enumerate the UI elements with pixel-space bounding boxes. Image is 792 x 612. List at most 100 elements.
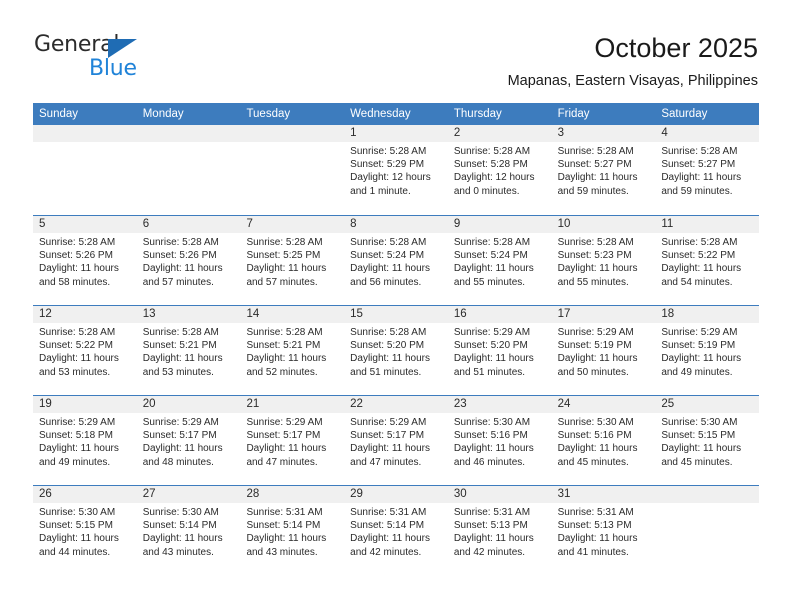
day-cell[interactable]: 28 Sunrise: 5:31 AM Sunset: 5:14 PM Dayligh… — [240, 486, 345, 575]
sunrise-time: Sunrise: 5:30 AM — [453, 417, 531, 428]
weekday-saturday: Saturday — [661, 108, 708, 120]
day-cell[interactable]: 19 Sunrise: 5:29 AM Sunset: 5:18 PM Dayligh… — [33, 396, 137, 485]
day-details: Sunrise: 5:29 AM Sunset: 5:19 PM Daylight:… — [655, 323, 759, 379]
sunset-time: Sunset: 5:25 PM — [246, 250, 321, 262]
daylight-duration: Daylight: 12 hours and 1 minute. — [350, 172, 431, 197]
day-number: 18 — [655, 306, 760, 323]
day-number: 6 — [136, 216, 241, 233]
day-number: 31 — [551, 486, 656, 503]
day-number: 17 — [551, 306, 656, 323]
sunrise-time: Sunrise: 5:31 AM — [246, 507, 323, 518]
daylight-duration: Daylight: 11 hours and 45 minutes. — [661, 443, 742, 468]
day-number: 8 — [344, 216, 448, 233]
day-cell[interactable]: 4 Sunrise: 5:28 AM Sunset: 5:27 PM Daylight… — [655, 125, 760, 215]
day-cell[interactable]: 11 Sunrise: 5:28 AM Sunset: 5:22 PM Dayligh… — [655, 216, 760, 305]
day-cell[interactable]: 10 Sunrise: 5:28 AM Sunset: 5:23 PM Dayligh… — [551, 216, 656, 305]
day-cell[interactable]: 27 Sunrise: 5:30 AM Sunset: 5:14 PM Dayligh… — [136, 486, 241, 575]
calendar-week-row: 19 Sunrise: 5:29 AM Sunset: 5:18 PM Dayligh… — [33, 395, 760, 485]
day-cell[interactable]: 2 Sunrise: 5:28 AM Sunset: 5:28 PM Daylight… — [447, 125, 552, 215]
day-number: 2 — [447, 125, 552, 142]
day-number: 27 — [136, 486, 241, 503]
logo-text-blue: Blue — [89, 56, 137, 81]
sunset-time: Sunset: 5:23 PM — [557, 250, 632, 262]
day-details: Sunrise: 5:28 AM Sunset: 5:26 PM Daylight:… — [137, 233, 241, 289]
sunrise-time: Sunrise: 5:28 AM — [39, 237, 116, 248]
page-title: October 2025 — [594, 33, 758, 63]
day-cell[interactable]: 14 Sunrise: 5:28 AM Sunset: 5:21 PM Dayligh… — [240, 306, 345, 395]
sunset-time: Sunset: 5:13 PM — [557, 520, 632, 532]
day-details: Sunrise: 5:29 AM Sunset: 5:17 PM Daylight:… — [240, 413, 344, 469]
day-details: Sunrise: 5:28 AM Sunset: 5:27 PM Daylight:… — [552, 142, 656, 198]
day-cell[interactable]: 17 Sunrise: 5:29 AM Sunset: 5:19 PM Dayligh… — [551, 306, 656, 395]
daylight-duration: Daylight: 11 hours and 51 minutes. — [350, 353, 431, 378]
day-number: 7 — [240, 216, 345, 233]
sunrise-time: Sunrise: 5:29 AM — [661, 327, 738, 338]
sunrise-time: Sunrise: 5:30 AM — [661, 417, 738, 428]
day-cell[interactable]: 13 Sunrise: 5:28 AM Sunset: 5:21 PM Dayligh… — [136, 306, 241, 395]
day-details: Sunrise: 5:28 AM Sunset: 5:21 PM Daylight:… — [137, 323, 241, 379]
day-cell[interactable]: 15 Sunrise: 5:28 AM Sunset: 5:20 PM Dayligh… — [344, 306, 448, 395]
calendar-weeks: 1 Sunrise: 5:28 AM Sunset: 5:29 PM Daylight… — [33, 125, 760, 575]
day-cell[interactable]: 5 Sunrise: 5:28 AM Sunset: 5:26 PM Daylight… — [33, 216, 137, 305]
sunrise-time: Sunrise: 5:28 AM — [453, 237, 531, 248]
day-number: 11 — [655, 216, 760, 233]
sunrise-time: Sunrise: 5:29 AM — [453, 327, 531, 338]
day-number: 21 — [240, 396, 345, 413]
day-details: Sunrise: 5:29 AM Sunset: 5:17 PM Daylight:… — [137, 413, 241, 469]
day-cell[interactable]: 31 Sunrise: 5:31 AM Sunset: 5:13 PM Dayligh… — [551, 486, 656, 575]
day-number: 28 — [240, 486, 345, 503]
daylight-duration: Daylight: 11 hours and 43 minutes. — [142, 533, 223, 558]
sunset-time: Sunset: 5:20 PM — [350, 340, 425, 352]
day-cell[interactable]: 30 Sunrise: 5:31 AM Sunset: 5:13 PM Dayligh… — [447, 486, 552, 575]
sunset-time: Sunset: 5:18 PM — [39, 430, 113, 442]
day-cell[interactable]: 23 Sunrise: 5:30 AM Sunset: 5:16 PM Dayligh… — [447, 396, 552, 485]
weekday-friday: Friday — [557, 108, 590, 120]
sunset-time: Sunset: 5:16 PM — [453, 430, 528, 442]
sunset-time: Sunset: 5:22 PM — [661, 250, 736, 262]
daylight-duration: Daylight: 11 hours and 41 minutes. — [557, 533, 638, 558]
day-cell[interactable]: 25 Sunrise: 5:30 AM Sunset: 5:15 PM Dayligh… — [655, 396, 760, 485]
sunset-time: Sunset: 5:22 PM — [39, 340, 113, 352]
sunset-time: Sunset: 5:20 PM — [453, 340, 528, 352]
sunrise-time: Sunrise: 5:31 AM — [453, 507, 531, 518]
sunrise-time: Sunrise: 5:29 AM — [557, 327, 634, 338]
day-cell[interactable]: 18 Sunrise: 5:29 AM Sunset: 5:19 PM Dayligh… — [655, 306, 760, 395]
day-cell[interactable]: 26 Sunrise: 5:30 AM Sunset: 5:15 PM Dayligh… — [33, 486, 137, 575]
weekday-sunday: Sunday — [39, 108, 79, 120]
day-cell[interactable]: 20 Sunrise: 5:29 AM Sunset: 5:17 PM Dayligh… — [136, 396, 241, 485]
day-number: 1 — [344, 125, 448, 142]
daylight-duration: Daylight: 11 hours and 51 minutes. — [453, 353, 534, 378]
calendar-page: General Blue October 2025 Mapanas, Easte… — [0, 0, 792, 612]
sunrise-time: Sunrise: 5:28 AM — [246, 327, 323, 338]
day-cell[interactable]: 16 Sunrise: 5:29 AM Sunset: 5:20 PM Dayligh… — [447, 306, 552, 395]
day-cell[interactable]: 22 Sunrise: 5:29 AM Sunset: 5:17 PM Dayligh… — [344, 396, 448, 485]
sunset-time: Sunset: 5:16 PM — [557, 430, 632, 442]
day-cell[interactable]: 6 Sunrise: 5:28 AM Sunset: 5:26 PM Daylight… — [136, 216, 241, 305]
day-number: 14 — [240, 306, 345, 323]
day-cell[interactable]: 29 Sunrise: 5:31 AM Sunset: 5:14 PM Dayligh… — [344, 486, 448, 575]
calendar-week-row: 26 Sunrise: 5:30 AM Sunset: 5:15 PM Dayligh… — [33, 485, 760, 575]
day-cell[interactable]: 3 Sunrise: 5:28 AM Sunset: 5:27 PM Daylight… — [551, 125, 656, 215]
day-cell[interactable]: 12 Sunrise: 5:28 AM Sunset: 5:22 PM Dayligh… — [33, 306, 137, 395]
day-details: Sunrise: 5:28 AM Sunset: 5:20 PM Daylight:… — [344, 323, 448, 379]
day-cell[interactable]: 7 Sunrise: 5:28 AM Sunset: 5:25 PM Daylight… — [240, 216, 345, 305]
day-details: Sunrise: 5:30 AM Sunset: 5:15 PM Daylight:… — [655, 413, 759, 469]
day-number: 13 — [136, 306, 241, 323]
daylight-duration: Daylight: 11 hours and 49 minutes. — [39, 443, 119, 468]
generalblue-logo[interactable]: General Blue — [34, 33, 234, 85]
day-cell[interactable]: 24 Sunrise: 5:30 AM Sunset: 5:16 PM Dayligh… — [551, 396, 656, 485]
sunrise-time: Sunrise: 5:29 AM — [246, 417, 323, 428]
daylight-duration: Daylight: 11 hours and 52 minutes. — [246, 353, 327, 378]
sunrise-time: Sunrise: 5:28 AM — [557, 237, 634, 248]
day-cell[interactable]: 8 Sunrise: 5:28 AM Sunset: 5:24 PM Daylight… — [344, 216, 448, 305]
day-details: Sunrise: 5:30 AM Sunset: 5:15 PM Daylight:… — [33, 503, 137, 559]
day-cell[interactable]: 9 Sunrise: 5:28 AM Sunset: 5:24 PM Daylight… — [447, 216, 552, 305]
day-details: Sunrise: 5:28 AM Sunset: 5:28 PM Daylight:… — [448, 142, 552, 198]
day-number: 3 — [551, 125, 656, 142]
daylight-duration: Daylight: 11 hours and 53 minutes. — [39, 353, 119, 378]
day-cell[interactable]: 1 Sunrise: 5:28 AM Sunset: 5:29 PM Daylight… — [344, 125, 448, 215]
sunrise-time: Sunrise: 5:28 AM — [350, 327, 427, 338]
day-cell[interactable]: 21 Sunrise: 5:29 AM Sunset: 5:17 PM Dayligh… — [240, 396, 345, 485]
daylight-duration: Daylight: 11 hours and 59 minutes. — [557, 172, 638, 197]
day-details: Sunrise: 5:29 AM Sunset: 5:19 PM Daylight:… — [552, 323, 656, 379]
